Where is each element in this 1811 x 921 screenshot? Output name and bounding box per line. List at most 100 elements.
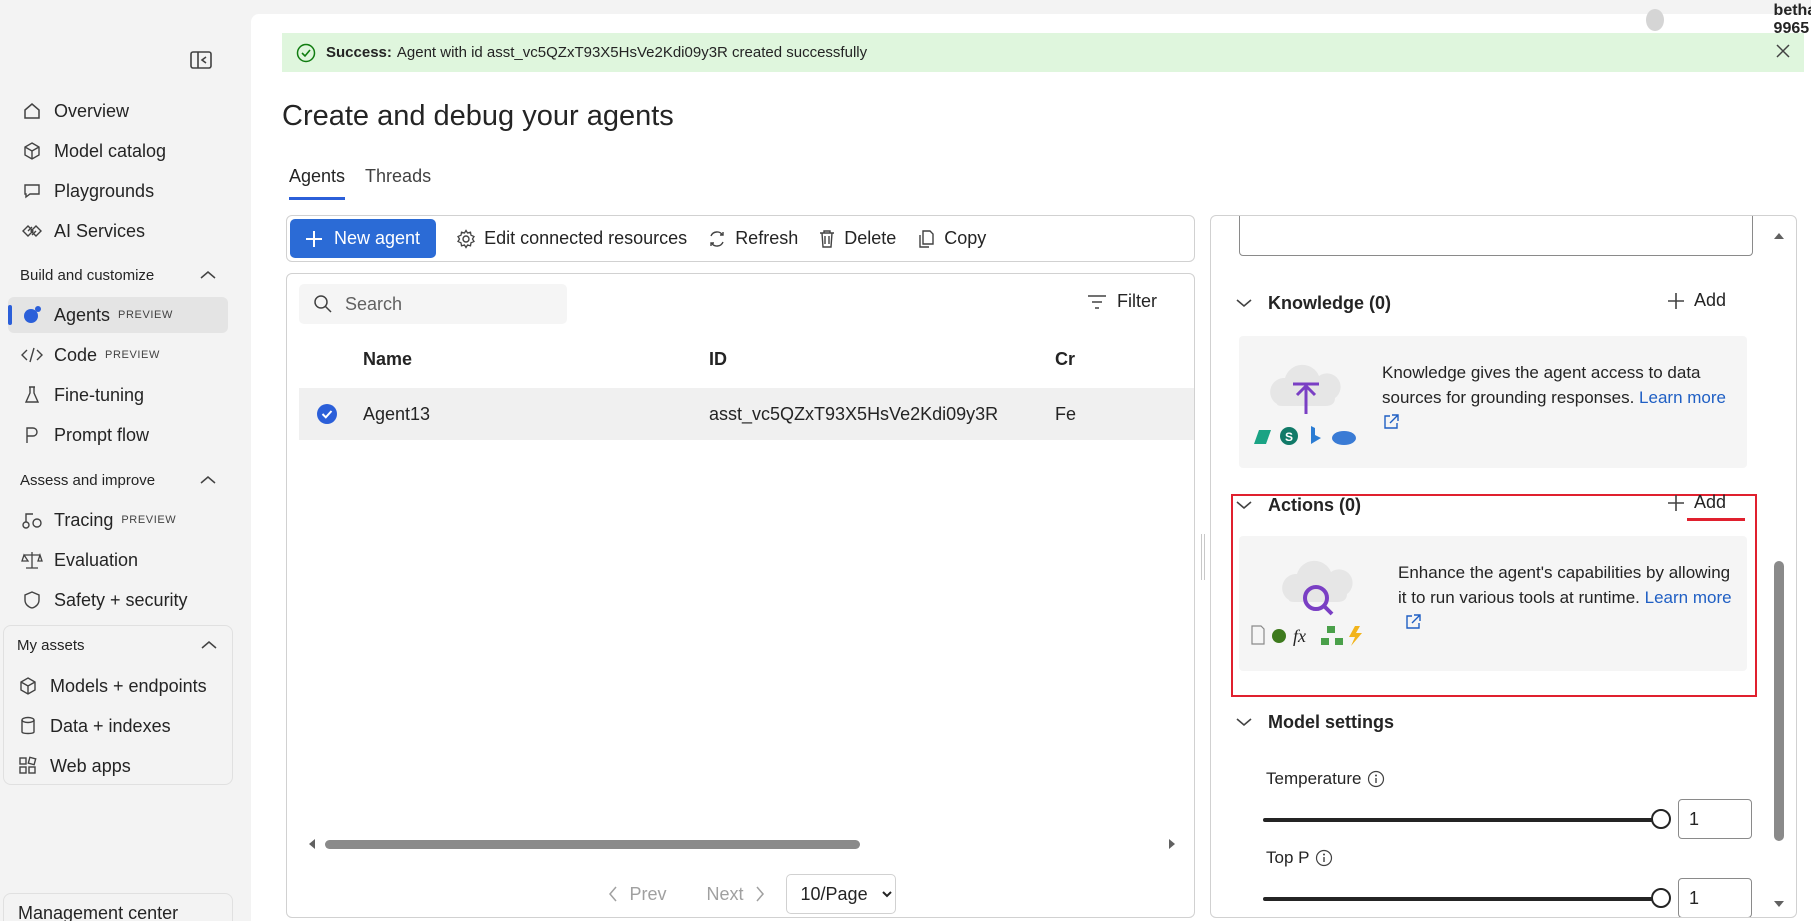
sidebar: Overview Model catalog Playgrounds AI Se… <box>0 0 250 921</box>
column-header-created[interactable]: Cr <box>1055 349 1075 370</box>
prev-page-button[interactable]: Prev <box>607 884 667 905</box>
filter-label: Filter <box>1117 291 1157 311</box>
sidebar-item-models-endpoints[interactable]: Models + endpoints <box>4 668 224 704</box>
banner-message: Agent with id asst_vc5QZxT93X5HsVe2Kdi09… <box>396 44 868 61</box>
slider-thumb[interactable] <box>1651 809 1671 829</box>
sidebar-item-label: Prompt flow <box>54 424 150 445</box>
gear-icon <box>456 228 484 249</box>
section-title: Build and customize <box>20 266 155 284</box>
actions-description-block: Enhance the agent's capabilities by allo… <box>1398 560 1738 635</box>
sidebar-item-label: Models + endpoints <box>50 675 207 696</box>
scroll-down-icon <box>1774 901 1784 907</box>
sidebar-item-label: Data + indexes <box>50 715 171 736</box>
sidebar-item-ai-services[interactable]: AI Services <box>8 213 228 249</box>
slider-thumb[interactable] <box>1651 888 1671 908</box>
flow-icon <box>20 423 44 447</box>
temperature-label-row: Temperature <box>1266 769 1385 789</box>
edit-connected-resources-button[interactable]: Edit connected resources <box>456 228 687 249</box>
copy-label: Copy <box>944 228 987 248</box>
sidebar-item-model-catalog[interactable]: Model catalog <box>8 133 228 169</box>
close-icon[interactable] <box>1774 42 1792 60</box>
delete-label: Delete <box>844 228 897 248</box>
top-p-slider[interactable] <box>1263 887 1671 909</box>
tab-list: Agents Threads <box>289 166 451 200</box>
chevron-down-icon <box>1236 500 1268 510</box>
sidebar-item-prompt-flow[interactable]: Prompt flow <box>8 417 228 453</box>
delete-button[interactable]: Delete <box>818 228 896 249</box>
trash-icon <box>818 229 844 249</box>
page-title: Create and debug your agents <box>282 100 674 132</box>
add-knowledge-button[interactable]: Add <box>1666 290 1726 311</box>
sidebar-item-playgrounds[interactable]: Playgrounds <box>8 173 228 209</box>
collapse-sidebar-icon[interactable] <box>190 50 214 74</box>
plus-icon <box>1666 493 1694 513</box>
instructions-textarea[interactable] <box>1239 216 1753 256</box>
sidebar-item-label: Tracing <box>54 509 114 530</box>
refresh-label: Refresh <box>735 228 799 248</box>
chevron-down-icon <box>1236 298 1268 308</box>
next-page-button[interactable]: Next <box>707 884 766 905</box>
checkbox-checked-icon[interactable] <box>316 403 338 425</box>
add-underline-annotation <box>1687 518 1745 521</box>
section-build-and-customize[interactable]: Build and customize <box>20 262 216 288</box>
filter-button[interactable]: Filter <box>1087 291 1157 312</box>
code-icon <box>20 343 44 367</box>
agents-icon <box>20 303 44 327</box>
pagination: Prev Next 10/Page <box>287 874 1194 914</box>
section-my-assets[interactable]: My assets <box>17 632 217 658</box>
sidebar-item-overview[interactable]: Overview <box>8 93 228 129</box>
temperature-label: Temperature <box>1266 769 1362 788</box>
new-agent-button[interactable]: New agent <box>290 219 437 258</box>
scrollbar-thumb[interactable] <box>1774 561 1784 841</box>
knowledge-learn-more-link[interactable]: Learn more <box>1639 388 1726 407</box>
tab-agents[interactable]: Agents <box>289 166 346 200</box>
tab-threads[interactable]: Threads <box>365 166 431 200</box>
chevron-up-icon <box>201 640 217 650</box>
sidebar-item-evaluation[interactable]: Evaluation <box>8 542 228 578</box>
info-icon[interactable] <box>1309 849 1333 867</box>
sidebar-item-web-apps[interactable]: Web apps <box>4 748 224 784</box>
copy-button[interactable]: Copy <box>916 228 986 249</box>
management-center-link[interactable]: Management center <box>3 893 233 921</box>
flask-icon <box>20 383 44 407</box>
actions-section-header[interactable]: Actions (0) <box>1236 492 1736 518</box>
preview-badge: PREVIEW <box>118 309 173 321</box>
plus-icon <box>304 229 334 249</box>
column-header-name[interactable]: Name <box>363 349 412 370</box>
actions-learn-more-link[interactable]: Learn more <box>1645 585 1732 610</box>
knowledge-info-card: S Knowledge gives the agent access to da… <box>1239 336 1747 468</box>
column-header-id[interactable]: ID <box>709 349 727 370</box>
cube-icon <box>16 674 40 698</box>
search-input[interactable] <box>345 293 545 315</box>
section-assess-and-improve[interactable]: Assess and improve <box>20 467 216 493</box>
refresh-button[interactable]: Refresh <box>707 228 798 249</box>
sidebar-item-data-indexes[interactable]: Data + indexes <box>4 708 224 744</box>
sidebar-item-fine-tuning[interactable]: Fine-tuning <box>8 377 228 413</box>
chevron-right-icon <box>754 885 766 903</box>
sidebar-item-tracing[interactable]: Tracing PREVIEW <box>8 502 228 538</box>
table-row[interactable]: Agent13 asst_vc5QZxT93X5HsVe2Kdi09y3R Fe <box>299 388 1194 440</box>
info-icon[interactable] <box>1361 770 1385 788</box>
model-settings-section-header[interactable]: Model settings <box>1236 709 1736 735</box>
copy-icon <box>916 229 944 249</box>
resize-handle[interactable] <box>1201 534 1205 580</box>
page-size-select[interactable]: 10/Page <box>785 874 896 914</box>
chevron-up-icon <box>200 270 216 280</box>
sidebar-item-label: Model catalog <box>54 140 167 161</box>
avatar <box>1646 9 1664 31</box>
knowledge-section-header[interactable]: Knowledge (0) <box>1236 290 1736 316</box>
horizontal-scrollbar[interactable] <box>307 837 1177 851</box>
scrollbar-thumb[interactable] <box>325 840 860 849</box>
external-link-icon[interactable] <box>1382 413 1732 431</box>
temperature-slider[interactable] <box>1263 808 1671 830</box>
vertical-scrollbar[interactable] <box>1771 215 1787 918</box>
sidebar-item-code[interactable]: Code PREVIEW <box>8 337 228 373</box>
sidebar-item-agents[interactable]: Agents PREVIEW <box>8 297 228 333</box>
temperature-input[interactable] <box>1678 799 1752 839</box>
section-title: Assess and improve <box>20 471 156 489</box>
external-link-icon[interactable] <box>1404 613 1422 631</box>
add-action-button[interactable]: Add <box>1666 492 1726 513</box>
sidebar-item-safety-security[interactable]: Safety + security <box>8 582 228 618</box>
top-p-input[interactable] <box>1678 878 1752 917</box>
agent-setup-panel: Knowledge (0) Add S Knowledge gives the … <box>1210 215 1797 918</box>
